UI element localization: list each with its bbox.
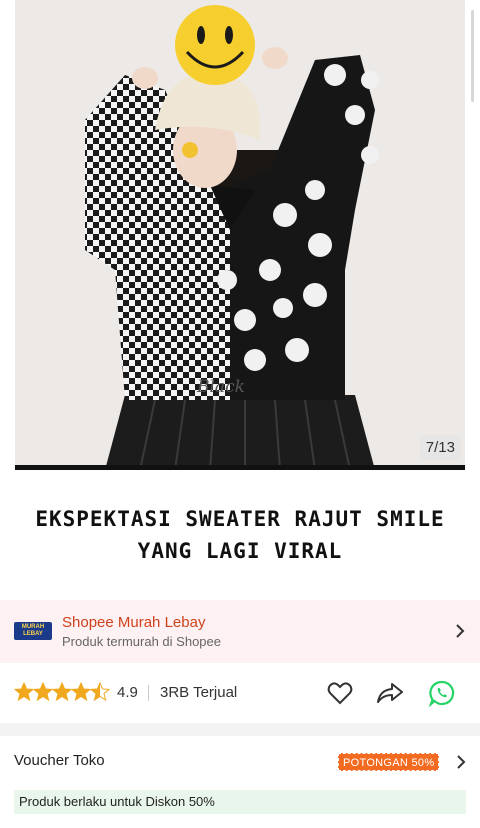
voucher-row[interactable]: Voucher Toko POTONGAN 50% (0, 736, 480, 786)
rating-row: 4.9 3RB Terjual (0, 663, 480, 723)
image-bottom-bar (15, 465, 465, 470)
section-separator (0, 723, 480, 736)
shop-subtitle: Produk termurah di Shopee (62, 634, 221, 649)
heart-icon (327, 682, 353, 705)
divider (148, 685, 149, 701)
image-counter: 7/13 (419, 435, 461, 460)
sweater-print-text: Black (196, 377, 245, 397)
shop-name: Shopee Murah Lebay (62, 614, 206, 631)
whatsapp-button[interactable] (428, 679, 456, 707)
video-caption: EKSPEKTASI SWEATER RAJUT SMILE YANG LAGI… (0, 503, 480, 567)
shop-logo: MURAH LEBAY (14, 622, 52, 640)
star-icon (14, 682, 35, 702)
shop-banner[interactable]: MURAH LEBAY Shopee Murah Lebay Produk te… (0, 600, 480, 663)
voucher-badge: POTONGAN 50% (338, 753, 440, 771)
share-button[interactable] (376, 679, 404, 707)
star-icons (14, 682, 111, 702)
star-icon (70, 682, 92, 702)
voucher-note: Produk berlaku untuk Diskon 50% (14, 790, 466, 814)
chevron-right-icon (456, 624, 465, 638)
star-rating (14, 682, 114, 702)
shop-logo-line-1: MURAH (21, 624, 45, 630)
product-image[interactable]: Black 7/13 (15, 0, 465, 470)
chevron-right-icon (457, 755, 466, 769)
wishlist-button[interactable] (326, 679, 354, 707)
whatsapp-icon (428, 680, 455, 707)
voucher-title: Voucher Toko (14, 752, 105, 769)
sold-count: 3RB Terjual (160, 684, 238, 701)
rating-value: 4.9 (117, 684, 138, 701)
product-photo: Black (15, 0, 465, 470)
caption-line-1: EKSPEKTASI SWEATER RAJUT SMILE (35, 507, 445, 531)
scroll-indicator[interactable] (471, 10, 474, 102)
star-icon (32, 682, 54, 702)
share-icon (377, 683, 403, 703)
shop-logo-line-2: LEBAY (23, 631, 43, 637)
half-star-icon (89, 682, 111, 702)
star-icon (51, 682, 73, 702)
caption-line-2: YANG LAGI VIRAL (137, 539, 343, 563)
